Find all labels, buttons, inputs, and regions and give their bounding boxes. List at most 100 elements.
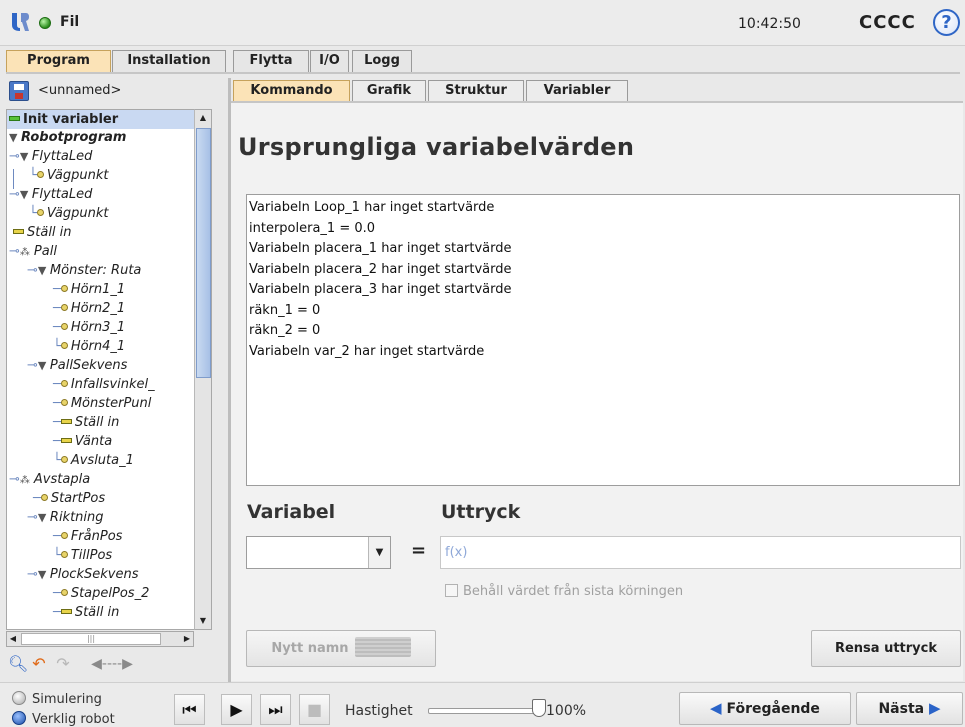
tree-item-exit[interactable]: └ Avsluta_1 bbox=[7, 451, 134, 470]
tree-item-from-pos[interactable]: ─ FrånPos bbox=[7, 527, 122, 546]
variable-select[interactable]: ▼ bbox=[246, 536, 391, 569]
tab-graphics[interactable]: Grafik bbox=[352, 80, 426, 101]
chevron-down-icon[interactable]: ▼ bbox=[368, 537, 390, 568]
tab-io[interactable]: I/O bbox=[310, 50, 349, 72]
tab-move[interactable]: Flytta bbox=[233, 50, 309, 72]
tree-item-waypoint[interactable]: └ Vägpunkt bbox=[7, 204, 108, 223]
tree-item-pallet[interactable]: ⊸⁂ Pall bbox=[7, 242, 57, 261]
tree-item-stack-pos[interactable]: ─ StapelPos_2 bbox=[7, 584, 149, 603]
program-name: <unnamed> bbox=[38, 83, 122, 98]
next-button[interactable]: Nästa ▶ bbox=[856, 692, 963, 725]
arrow-right-icon: ▶ bbox=[928, 699, 941, 717]
program-tree[interactable]: Init variabler ▼ Robotprogram ⊸▼ FlyttaLed… bbox=[6, 109, 212, 630]
speed-label: Hastighet bbox=[345, 703, 413, 719]
clear-expression-button[interactable]: Rensa uttryck bbox=[811, 630, 961, 667]
tree-item-move-joint[interactable]: ⊸▼ FlyttaLed bbox=[7, 185, 92, 204]
tree-item-corner[interactable]: ─ Hörn3_1 bbox=[7, 318, 125, 337]
variable-list[interactable]: Variabeln Loop_1 har inget startvärde in… bbox=[246, 194, 960, 486]
tab-variables[interactable]: Variabler bbox=[526, 80, 628, 101]
tree-item-set[interactable]: ─ Ställ in bbox=[7, 413, 119, 432]
waypoint-icon bbox=[60, 589, 68, 596]
undo-icon[interactable]: ↶ bbox=[28, 652, 50, 676]
new-name-button[interactable]: Nytt namn bbox=[246, 630, 436, 667]
list-item[interactable]: Variabeln var_2 har inget startvärde bbox=[249, 342, 957, 363]
list-item[interactable]: Variabeln placera_1 har inget startvärde bbox=[249, 239, 957, 260]
robot-status-icon bbox=[39, 17, 51, 29]
page-title: Ursprungliga variabelvärden bbox=[238, 133, 635, 161]
tab-program[interactable]: Program bbox=[6, 50, 111, 72]
set-icon bbox=[60, 609, 72, 614]
expand-triangle-icon: ▼ bbox=[9, 131, 18, 144]
play-button[interactable]: ▶ bbox=[221, 694, 252, 725]
step-button[interactable]: ⏭ bbox=[260, 694, 291, 725]
list-item[interactable]: Variabeln placera_2 har inget startvärde bbox=[249, 260, 957, 281]
list-item[interactable]: räkn_2 = 0 bbox=[249, 321, 957, 342]
tree-item-set[interactable]: ─ Ställ in bbox=[7, 603, 119, 622]
simulation-radio[interactable]: Simulering bbox=[12, 691, 102, 707]
tree-item-set[interactable]: Ställ in bbox=[7, 223, 72, 242]
tree-item-approach[interactable]: ─ Infallsvinkel_ bbox=[7, 375, 155, 394]
list-item[interactable]: Variabeln Loop_1 har inget startvärde bbox=[249, 198, 957, 219]
expression-input[interactable] bbox=[440, 536, 961, 569]
expand-triangle-icon: ▼ bbox=[37, 568, 47, 581]
tree-item-to-pos[interactable]: └ TillPos bbox=[7, 546, 112, 565]
keep-value-option[interactable]: Behåll värdet från sista körningen bbox=[445, 584, 683, 599]
waypoint-icon bbox=[60, 551, 68, 558]
tree-item-start-pos[interactable]: ─ StartPos bbox=[7, 489, 105, 508]
tree-item-pattern-point[interactable]: ─ MönsterPunl bbox=[7, 394, 151, 413]
waypoint-icon bbox=[60, 456, 68, 463]
tree-vertical-scrollbar[interactable]: ▲ ▼ bbox=[194, 109, 212, 630]
waypoint-icon bbox=[60, 399, 68, 406]
tree-item-corner[interactable]: ─ Hörn2_1 bbox=[7, 299, 125, 318]
tree-item-pallet-sequence[interactable]: ⊸▼ PallSekvens bbox=[7, 356, 127, 375]
command-panel: Ursprungliga variabelvärden Variabeln Lo… bbox=[231, 101, 963, 681]
tree-item-move-joint[interactable]: ⊸▼ FlyttaLed bbox=[7, 147, 92, 166]
save-icon[interactable] bbox=[9, 81, 29, 101]
scroll-up-icon[interactable]: ▲ bbox=[195, 110, 211, 126]
expand-triangle-icon: ▼ bbox=[19, 150, 29, 163]
radio-on-icon[interactable] bbox=[12, 711, 26, 725]
real-robot-radio[interactable]: Verklig robot bbox=[12, 711, 115, 727]
scroll-left-icon[interactable]: ◀ bbox=[7, 632, 19, 646]
tree-horizontal-scrollbar[interactable]: ◀ ||| ▶ bbox=[6, 631, 194, 647]
arrow-left-icon: ◀ bbox=[710, 699, 722, 717]
scroll-down-icon[interactable]: ▼ bbox=[195, 613, 211, 629]
tab-command[interactable]: Kommando bbox=[233, 80, 350, 101]
list-item[interactable]: Variabeln placera_3 har inget startvärde bbox=[249, 280, 957, 301]
scroll-right-icon[interactable]: ▶ bbox=[181, 632, 193, 646]
speed-slider[interactable] bbox=[428, 708, 536, 714]
tab-installation[interactable]: Installation bbox=[112, 50, 226, 72]
list-item[interactable]: räkn_1 = 0 bbox=[249, 301, 957, 322]
tree-item-depallet[interactable]: ⊸⁂ Avstapla bbox=[7, 470, 90, 489]
wait-icon bbox=[60, 438, 72, 443]
equals-sign: = bbox=[411, 540, 427, 561]
tree-item-robot-program[interactable]: ▼ Robotprogram bbox=[7, 128, 126, 147]
tree-item-wait[interactable]: ─ Vänta bbox=[7, 432, 112, 451]
clock: 10:42:50 bbox=[738, 16, 801, 32]
redo-icon[interactable]: ↷ bbox=[52, 652, 74, 676]
tree-item-corner[interactable]: ─ Hörn1_1 bbox=[7, 280, 125, 299]
list-item[interactable]: interpolera_1 = 0.0 bbox=[249, 219, 957, 240]
move-node-icon[interactable]: ◀‑‑‑‑▶ bbox=[76, 652, 148, 676]
skip-back-button[interactable]: ⏮ bbox=[174, 694, 205, 725]
tree-item-pick-sequence[interactable]: ⊸▼ PlockSekvens bbox=[7, 565, 138, 584]
tree-item-direction[interactable]: ⊸▼ Riktning bbox=[7, 508, 104, 527]
previous-button[interactable]: ◀ Föregående bbox=[679, 692, 851, 725]
init-variables-icon bbox=[9, 116, 20, 121]
search-icon[interactable]: 🔍︎ bbox=[8, 652, 28, 676]
tree-item-init-variables[interactable]: Init variabler bbox=[7, 110, 194, 129]
keep-value-checkbox[interactable] bbox=[445, 584, 458, 597]
tree-item-waypoint[interactable]: └ Vägpunkt bbox=[7, 166, 108, 185]
expand-triangle-icon: ▼ bbox=[37, 511, 47, 524]
tree-item-pattern[interactable]: ⊸▼ Mönster: Ruta bbox=[7, 261, 141, 280]
stop-button[interactable]: ■ bbox=[299, 694, 330, 725]
file-menu[interactable]: Fil bbox=[60, 14, 79, 30]
tab-structure[interactable]: Struktur bbox=[428, 80, 524, 101]
radio-off-icon[interactable] bbox=[12, 691, 26, 705]
tree-item-corner[interactable]: └ Hörn4_1 bbox=[7, 337, 125, 356]
speed-slider-handle[interactable] bbox=[532, 699, 546, 717]
scroll-thumb[interactable]: ||| bbox=[21, 633, 161, 645]
tab-log[interactable]: Logg bbox=[352, 50, 412, 72]
scroll-thumb[interactable] bbox=[196, 128, 211, 378]
help-icon[interactable]: ? bbox=[933, 9, 960, 36]
